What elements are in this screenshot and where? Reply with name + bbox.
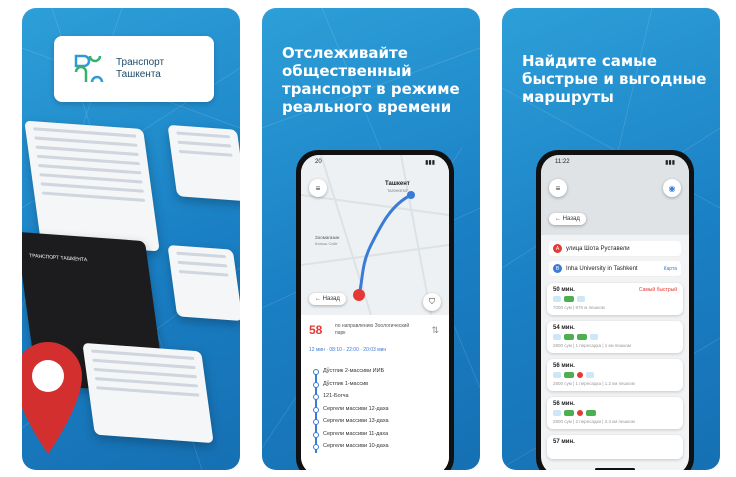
route-meta: 12 мин · 08:10 - 22:00 · 20:03 мин [309, 347, 387, 353]
location-icon: ◉ [668, 183, 676, 193]
back-button[interactable]: ← Назад [309, 293, 346, 305]
metro-icon [577, 372, 583, 378]
route-option-card[interactable]: 57 мин. [547, 435, 683, 459]
stop-item[interactable]: Дўстлик 2-массиви ИИБ [311, 365, 441, 378]
signal-icon: ▮▮▮ [425, 160, 435, 166]
bus-icon [586, 410, 596, 416]
option-sub: 2800 сум | 1 пересадка | 1.2 км пешком [553, 381, 635, 386]
location-button[interactable]: ⛉ [423, 293, 441, 311]
option-sub: 2800 сум | 1 пересадка | 1 км пешком [553, 343, 632, 348]
iso-screen-options [82, 342, 214, 444]
map-link[interactable]: Карта [664, 266, 677, 272]
to-value: Inha University in Tashkent [566, 265, 638, 272]
walk-icon [553, 372, 561, 378]
route-option-card[interactable]: 56 мин. 2800 сум | 2 пересадки | 2.4 км … [547, 397, 683, 429]
option-tag: Самый быстрый [638, 287, 677, 293]
stop-item[interactable]: Сергели массиви 12-даха [311, 403, 441, 416]
option-sub: 2800 сум | 2 пересадки | 2.4 км пешком [553, 419, 635, 424]
from-value: улица Шота Руставели [566, 245, 630, 252]
route-direction: по направлению Зоологический парк [335, 323, 410, 336]
walk-icon [590, 334, 598, 340]
stop-item[interactable]: 121-Богча [311, 390, 441, 403]
stop-list: Дўстлик 2-массиви ИИБ Дўстлик 1-массив 1… [311, 365, 441, 453]
point-b-icon: B [553, 264, 562, 273]
map-label-city-en: TASHKENT [387, 188, 409, 193]
map-strip[interactable]: 11:22 ▮▮▮ ≡ ◉ ← Назад [541, 155, 689, 235]
iso-screen-map [167, 124, 240, 202]
route-sheet: 58 по направлению Зоологический парк ⇅ 1… [301, 315, 449, 470]
to-field[interactable]: B Inha University in Tashkent Карта [549, 261, 681, 277]
map-label-1: Зоомагазин [315, 235, 340, 240]
stop-item[interactable]: Дўстлик 1-массив [311, 378, 441, 391]
iso-screen-list [24, 120, 160, 252]
option-time: 54 мин. [553, 325, 575, 331]
phone-frame: 20 ▮▮▮ ≡ Ташкент TASHKENT Зоомагазин Кат… [296, 150, 454, 470]
stop-item[interactable]: Сергели массиви 10-даха [311, 440, 441, 453]
route-option-card[interactable]: 56 мин. 2800 сум | 1 пересадка | 1.2 км … [547, 359, 683, 391]
option-time: 56 мин. [553, 363, 575, 369]
phone-frame: 11:22 ▮▮▮ ≡ ◉ ← Назад A улица Шота Руста… [536, 150, 694, 470]
menu-icon: ≡ [315, 183, 321, 193]
from-field[interactable]: A улица Шота Руставели [549, 241, 681, 257]
menu-button[interactable]: ≡ [549, 179, 567, 197]
route-option-card[interactable]: 50 мин. Самый быстрый 7000 сум | 876 м п… [547, 283, 683, 315]
logo-card: Транспорт Ташкента [54, 36, 214, 102]
route-map[interactable]: 20 ▮▮▮ ≡ Ташкент TASHKENT Зоомагазин Кат… [301, 155, 449, 316]
menu-button[interactable]: ≡ [309, 179, 327, 197]
status-bar: 11:22 ▮▮▮ [541, 155, 689, 169]
phone-screen: 20 ▮▮▮ ≡ Ташкент TASHKENT Зоомагазин Кат… [301, 155, 449, 470]
iso-screen-route [167, 244, 240, 322]
promo-panel-2: Отслеживайте общественный транспорт в ре… [262, 8, 480, 470]
bus-icon [564, 296, 574, 302]
splash-title: ТРАНСПОРТ ТАШКЕНТА [28, 252, 88, 264]
menu-icon: ≡ [555, 183, 561, 193]
signal-icon: ▮▮▮ [665, 160, 675, 166]
phone-screen: 11:22 ▮▮▮ ≡ ◉ ← Назад A улица Шота Руста… [541, 155, 689, 470]
status-bar: 20 ▮▮▮ [301, 155, 449, 169]
bus-icon [564, 410, 574, 416]
bus-icon [564, 334, 574, 340]
walk-icon [586, 372, 594, 378]
map-label-2: Катыш Сайт [315, 241, 338, 246]
option-time: 57 мин. [553, 439, 575, 445]
promo-panel-1: Транспорт Ташкента ТРАНСПОРТ ТАШКЕНТА [22, 8, 240, 470]
location-button[interactable]: ◉ [663, 179, 681, 197]
walk-icon [553, 296, 561, 302]
promo-panel-3: Найдите самые быстрые и выгодные маршрут… [502, 8, 720, 470]
point-a-icon: A [553, 244, 562, 253]
logo-line-1: Транспорт [116, 57, 165, 68]
map-label-city: Ташкент [385, 181, 410, 187]
home-indicator [595, 468, 635, 470]
map-pin-icon [22, 342, 82, 454]
metro-icon [577, 410, 583, 416]
headline: Отслеживайте общественный транспорт в ре… [282, 44, 460, 116]
status-time: 20 [315, 159, 322, 165]
logo-line-2: Ташкента [116, 69, 161, 80]
stop-item[interactable]: Сергели массиви 11-даха [311, 428, 441, 441]
walk-icon [577, 296, 585, 302]
headline: Найдите самые быстрые и выгодные маршрут… [522, 52, 707, 106]
bus-icon [564, 372, 574, 378]
back-button[interactable]: ← Назад [549, 213, 586, 225]
route-number: 58 [309, 323, 323, 337]
walk-icon [553, 334, 561, 340]
option-time: 56 мин. [553, 401, 575, 407]
bus-icon [577, 334, 587, 340]
app-logo-icon [74, 54, 104, 83]
status-time: 11:22 [555, 159, 570, 165]
stop-item[interactable]: Сергели массиви 13-даха [311, 415, 441, 428]
swap-icon[interactable]: ⇅ [431, 325, 439, 336]
shield-icon: ⛉ [429, 297, 435, 306]
route-option-card[interactable]: 54 мин. 2800 сум | 1 пересадка | 1 км пе… [547, 321, 683, 353]
walk-icon [553, 410, 561, 416]
option-sub: 7000 сум | 876 м пешком [553, 305, 605, 310]
